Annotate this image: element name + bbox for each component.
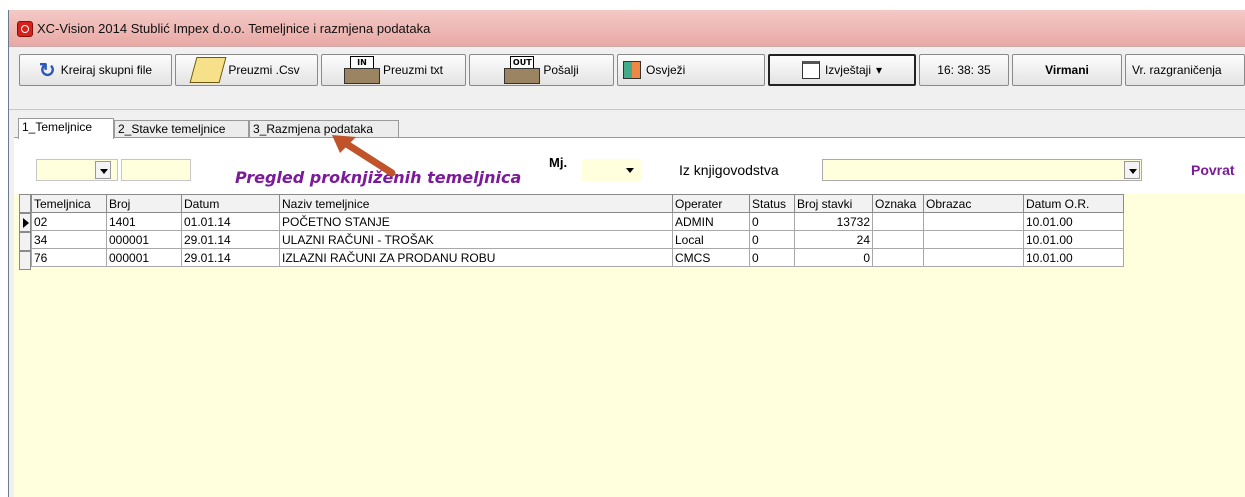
filter-bar: Pregled proknjiženih temeljnica Mj. Iz k… — [14, 138, 1245, 188]
tab-pane: Pregled proknjiženih temeljnica Mj. Iz k… — [14, 137, 1245, 497]
row-indicator[interactable] — [19, 232, 31, 251]
month-combo[interactable] — [582, 159, 642, 181]
cell-obrazac[interactable] — [923, 212, 1024, 231]
source-combo[interactable] — [822, 159, 1142, 181]
clock-display: 16: 38: 35 — [919, 54, 1009, 86]
transfers-button[interactable]: Virmani — [1012, 54, 1122, 86]
cell-broj[interactable]: 000001 — [106, 230, 182, 249]
pencil-icon — [189, 57, 227, 83]
reports-dropdown-button[interactable]: Izvještaji ▾ — [768, 54, 916, 86]
cell-obrazac[interactable] — [923, 230, 1024, 249]
cell-naziv[interactable]: POČETNO STANJE — [279, 212, 673, 231]
cell-datum-or[interactable]: 10.01.00 — [1023, 248, 1124, 267]
reports-label: Izvještaji — [824, 63, 871, 77]
toolbar: ↻ Kreiraj skupni file Preuzmi .Csv IN Pr… — [9, 47, 1245, 110]
grid-area: Temeljnica Broj Datum Naziv temeljnice O… — [14, 194, 1245, 497]
chevron-down-icon[interactable] — [95, 161, 111, 179]
app-icon — [17, 21, 33, 37]
import-txt-label: Preuzmi txt — [382, 63, 443, 77]
accruals-label: Vr. razgraničenja — [1132, 63, 1222, 77]
col-operater[interactable]: Operater — [672, 194, 750, 213]
row-indicator[interactable] — [19, 251, 31, 270]
refresh-label: Osvježi — [646, 63, 686, 77]
create-file-button[interactable]: ↻ Kreiraj skupni file — [19, 54, 172, 86]
col-status[interactable]: Status — [749, 194, 795, 213]
table-header-row: Temeljnica Broj Datum Naziv temeljnice O… — [31, 194, 1124, 213]
col-obrazac[interactable]: Obrazac — [923, 194, 1024, 213]
cell-naziv[interactable]: ULAZNI RAČUNI - TROŠAK — [279, 230, 673, 249]
return-label: Povrat — [1191, 162, 1235, 178]
row-indicator[interactable] — [19, 213, 31, 232]
cell-datum-or[interactable]: 10.01.00 — [1023, 230, 1124, 249]
col-datum[interactable]: Datum — [181, 194, 280, 213]
table-row[interactable]: 34 000001 29.01.14 ULAZNI RAČUNI - TROŠA… — [31, 230, 1124, 249]
cell-temeljnica[interactable]: 76 — [31, 248, 107, 267]
col-temeljnica[interactable]: Temeljnica — [31, 194, 107, 213]
year-combo[interactable] — [36, 159, 118, 181]
chevron-down-icon[interactable] — [626, 165, 636, 175]
cell-obrazac[interactable] — [923, 248, 1024, 267]
import-txt-button[interactable]: IN Preuzmi txt — [321, 54, 466, 86]
source-label: Iz knjigovodstva — [679, 162, 779, 178]
inbox-tray-icon: IN — [343, 56, 380, 84]
cell-oznaka[interactable] — [872, 230, 924, 249]
send-button[interactable]: OUT Pošalji — [469, 54, 614, 86]
cell-broj-stavki[interactable]: 0 — [794, 248, 873, 267]
cell-operater[interactable]: ADMIN — [672, 212, 750, 231]
temeljnice-table: Temeljnica Broj Datum Naziv temeljnice O… — [31, 194, 1124, 267]
cell-datum[interactable]: 29.01.14 — [181, 248, 280, 267]
tab-stavke-temeljnice[interactable]: 2_Stavke temeljnice — [114, 120, 249, 137]
refresh-icon: ↻ — [38, 59, 56, 82]
chevron-down-icon[interactable] — [1124, 161, 1140, 179]
cell-broj-stavki[interactable]: 24 — [794, 230, 873, 249]
cell-status[interactable]: 0 — [749, 212, 795, 231]
cell-broj-stavki[interactable]: 13732 — [794, 212, 873, 231]
transfers-label: Virmani — [1045, 63, 1089, 77]
cell-temeljnica[interactable]: 34 — [31, 230, 107, 249]
current-row-icon — [23, 218, 29, 228]
grid-corner — [19, 194, 31, 213]
filter-input[interactable] — [121, 159, 191, 181]
cell-datum[interactable]: 01.01.14 — [181, 212, 280, 231]
table-refresh-icon — [623, 61, 641, 79]
chevron-down-icon: ▾ — [875, 63, 883, 77]
table-row[interactable]: 02 1401 01.01.14 POČETNO STANJE ADMIN 0 … — [31, 212, 1124, 231]
cell-operater[interactable]: Local — [672, 230, 750, 249]
month-label: Mj. — [549, 155, 568, 170]
cell-naziv[interactable]: IZLAZNI RAČUNI ZA PRODANU ROBU — [279, 248, 673, 267]
send-label: Pošalji — [543, 63, 579, 77]
cell-oznaka[interactable] — [872, 248, 924, 267]
refresh-button[interactable]: Osvježi — [617, 54, 765, 86]
title-bar: XC-Vision 2014 Stublić Impex d.o.o. Teme… — [9, 10, 1245, 47]
cell-broj[interactable]: 1401 — [106, 212, 182, 231]
cell-operater[interactable]: CMCS — [672, 248, 750, 267]
col-broj[interactable]: Broj — [106, 194, 182, 213]
import-csv-label: Preuzmi .Csv — [228, 63, 300, 77]
col-datum-or[interactable]: Datum O.R. — [1023, 194, 1124, 213]
cell-datum-or[interactable]: 10.01.00 — [1023, 212, 1124, 231]
cell-status[interactable]: 0 — [749, 230, 795, 249]
cell-oznaka[interactable] — [872, 212, 924, 231]
accruals-button[interactable]: Vr. razgraničenja — [1125, 54, 1245, 86]
create-file-label: Kreiraj skupni file — [60, 63, 153, 77]
window-title: XC-Vision 2014 Stublić Impex d.o.o. Teme… — [37, 21, 431, 36]
cell-status[interactable]: 0 — [749, 248, 795, 267]
clock-label: 16: 38: 35 — [937, 63, 991, 77]
col-broj-stavki[interactable]: Broj stavki — [794, 194, 873, 213]
tab-temeljnice[interactable]: 1_Temeljnice — [18, 118, 114, 139]
cell-datum[interactable]: 29.01.14 — [181, 230, 280, 249]
import-csv-button[interactable]: Preuzmi .Csv — [175, 54, 318, 86]
cell-broj[interactable]: 000001 — [106, 248, 182, 267]
table-row[interactable]: 76 000001 29.01.14 IZLAZNI RAČUNI ZA PRO… — [31, 248, 1124, 267]
cell-temeljnica[interactable]: 02 — [31, 212, 107, 231]
col-naziv[interactable]: Naziv temeljnice — [279, 194, 673, 213]
col-oznaka[interactable]: Oznaka — [872, 194, 924, 213]
outbox-tray-icon: OUT — [504, 56, 541, 84]
app-window: XC-Vision 2014 Stublić Impex d.o.o. Teme… — [8, 10, 1245, 497]
annotation-arrow-icon — [332, 135, 396, 177]
calendar-icon — [801, 61, 820, 79]
